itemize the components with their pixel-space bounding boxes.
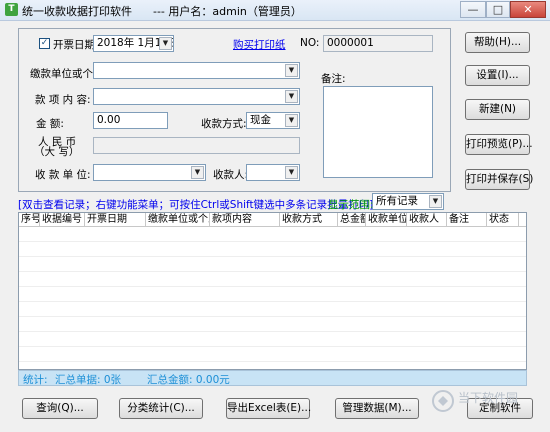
chevron-down-icon: ▼ [159, 37, 172, 50]
window-title: 统一收款收据打印软件 --- 用户名：admin（管理员） [22, 5, 302, 18]
new-button[interactable]: 新建(N) [465, 99, 530, 120]
column-header[interactable]: 缴款单位或个人 [146, 213, 210, 226]
item-combobox[interactable]: ▼ [93, 88, 300, 105]
grid-line [19, 316, 526, 317]
column-header[interactable]: 序号 [19, 213, 40, 226]
grid-line [19, 331, 526, 332]
remark-label: 备注: [321, 73, 346, 85]
status-bar: 统计: 汇总单据: 0张 汇总金额: 0.00元 [18, 370, 527, 386]
payer-combobox[interactable]: ▼ [93, 62, 300, 79]
column-header[interactable]: 收款人 [407, 213, 447, 226]
rmb-upper-field [93, 137, 300, 154]
item-label: 款 项 内 容: [35, 94, 91, 106]
receiving-unit-combobox[interactable]: ▼ [93, 164, 206, 181]
grid-line [19, 241, 526, 242]
chevron-down-icon: ▼ [285, 114, 298, 127]
table-header: 序号 收据编号 开票日期 缴款单位或个人 款项内容 收款方式 总金额 收款单位 … [19, 213, 526, 227]
grid-line [19, 286, 526, 287]
receiver-label: 收款人: [213, 169, 249, 181]
chevron-down-icon: ▼ [285, 64, 298, 77]
total-count: 汇总单据: 0张 [55, 374, 122, 386]
chevron-down-icon: ▼ [285, 90, 298, 103]
watermark-logo-icon [432, 390, 454, 412]
rmb-upper-sublabel: （大 写） [34, 146, 80, 158]
grid-line [19, 301, 526, 302]
minimize-button[interactable]: — [460, 1, 486, 18]
column-header[interactable]: 收款方式 [280, 213, 338, 226]
chevron-down-icon: ▼ [191, 166, 204, 179]
watermark-text: 当下软件园 [458, 391, 519, 405]
stats-label: 统计: [23, 374, 48, 386]
grid-line [19, 271, 526, 272]
column-header[interactable]: 备注 [447, 213, 487, 226]
maximize-button[interactable]: □ [486, 1, 510, 18]
grid-line [19, 256, 526, 257]
no-label: NO: [300, 37, 320, 49]
column-header[interactable]: 收据编号 [40, 213, 85, 226]
payment-method-label: 收款方式: [201, 118, 247, 130]
records-table[interactable]: 序号 收据编号 开票日期 缴款单位或个人 款项内容 收款方式 总金额 收款单位 … [18, 212, 527, 370]
invoice-date-picker[interactable]: 2018年 1月16日 ▼ [93, 35, 174, 52]
help-button[interactable]: 帮助(H)... [465, 32, 530, 53]
invoice-date-checkbox[interactable]: ✓ [39, 38, 50, 49]
manage-data-button[interactable]: 管理数据(M)... [335, 398, 419, 419]
buy-print-paper-link[interactable]: 购买打印纸 [233, 37, 286, 52]
column-header[interactable]: 收款单位 [366, 213, 407, 226]
display-range-select[interactable]: 所有记录 ▼ [372, 193, 444, 210]
print-save-button[interactable]: 打印并保存(S) [465, 169, 533, 190]
settings-button[interactable]: 设置(I)... [465, 65, 530, 86]
receiving-unit-label: 收 款 单 位: [35, 169, 91, 181]
query-button[interactable]: 查询(Q)... [22, 398, 98, 419]
print-preview-button[interactable]: 打印预览(P)... [465, 134, 533, 155]
column-header[interactable]: 总金额 [338, 213, 366, 226]
amount-label: 金 额: [36, 118, 64, 130]
chevron-down-icon: ▼ [429, 195, 442, 208]
display-range-label: 显示范围: [328, 199, 374, 211]
app-icon: T [5, 3, 18, 16]
payment-method-select[interactable]: 现金 ▼ [246, 112, 300, 129]
usage-hint: [双击查看记录；右键功能菜单；可按住Ctrl或Shift键选中多条记录批量打印] [18, 199, 374, 211]
column-header[interactable]: 开票日期 [85, 213, 146, 226]
classify-stats-button[interactable]: 分类统计(C)... [119, 398, 203, 419]
close-button[interactable]: ✕ [510, 1, 546, 18]
no-field: 0000001 [323, 35, 433, 52]
column-header[interactable]: 状态 [487, 213, 519, 226]
total-amount: 汇总金额: 0.00元 [147, 374, 230, 386]
amount-input[interactable]: 0.00 [93, 112, 168, 129]
chevron-down-icon: ▼ [285, 166, 298, 179]
title-bar: T 统一收款收据打印软件 --- 用户名：admin（管理员） — □ ✕ [0, 0, 550, 21]
grid-line [19, 361, 526, 362]
column-header[interactable]: 款项内容 [210, 213, 280, 226]
invoice-date-label: 开票日期: [53, 39, 99, 51]
grid-line [19, 346, 526, 347]
remark-textarea[interactable] [323, 86, 433, 178]
receiver-combobox[interactable]: ▼ [246, 164, 300, 181]
export-excel-button[interactable]: 导出Excel表(E)... [226, 398, 311, 419]
